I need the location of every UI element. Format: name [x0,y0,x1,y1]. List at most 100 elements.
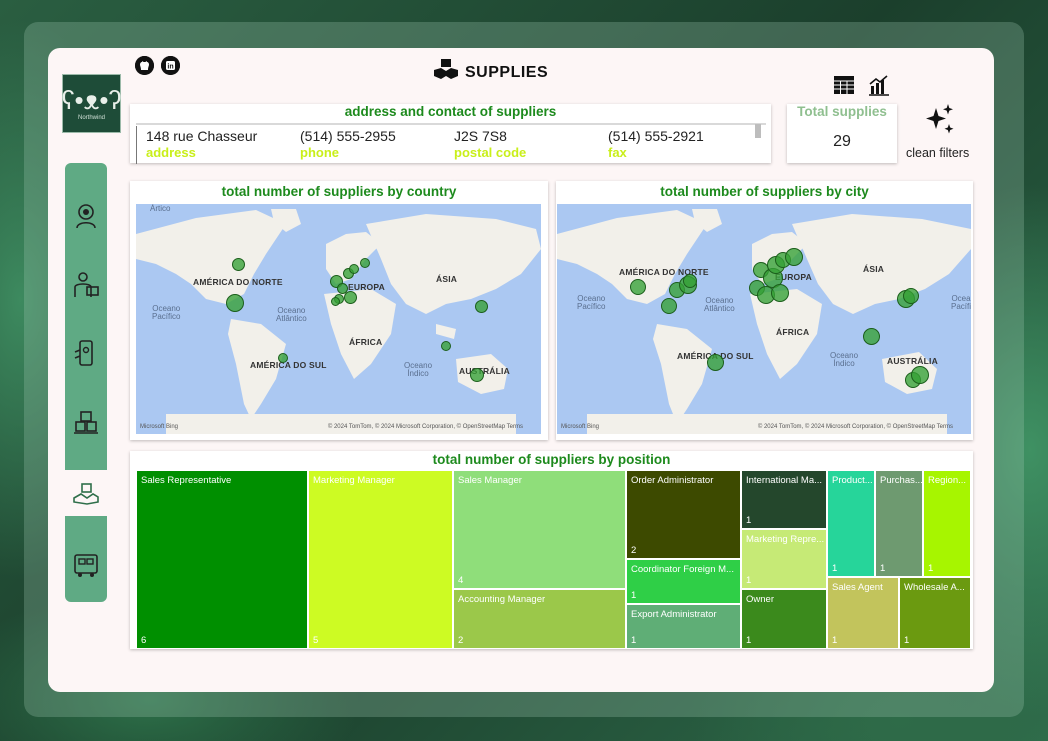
treemap-cell-label: Sales Agent [832,582,883,593]
map-bubble[interactable] [331,297,340,306]
map-bubble[interactable] [470,368,484,382]
address-value: 148 rue Chasseur [146,128,258,144]
treemap-cell[interactable]: Marketing Repre... 1 [741,529,827,589]
treemap-cell-value: 2 [631,545,637,556]
treemap-cell[interactable]: Region... 1 [923,470,971,577]
map-country[interactable]: Ártico AMÉRICA DO NORTE EUROPA ÁSIA ÁFRI… [136,204,541,434]
bar-chart-icon[interactable] [867,73,891,97]
map-bubble[interactable] [771,284,789,302]
map-bubble[interactable] [661,298,677,314]
sidebar-item-supplies[interactable] [65,470,107,516]
logo-text: Northwind [77,114,105,121]
map-bubble[interactable] [863,328,880,345]
ocean-label-pacific: Oceano Pacífico [152,304,181,322]
map-bubble[interactable] [226,294,244,312]
page-title: SUPPLIES [465,63,549,81]
world-map-shapes [136,209,541,434]
bear-logo-icon: ʕ•ᴥ•ʔ [61,84,122,115]
sidebar-item-products[interactable] [65,401,107,443]
map-label-asia: ÁSIA [436,274,458,284]
map-bubble[interactable] [630,279,646,295]
treemap-cell[interactable]: Coordinator Foreign M... 1 [626,559,741,604]
treemap-cell-label: Coordinator Foreign M... [631,564,734,575]
sidebar-item-shipping[interactable] [65,544,107,586]
address-row: 148 rue Chasseur address (514) 555-2955 … [136,126,762,164]
treemap-cell-value: 2 [458,635,464,646]
total-supplies-value: 29 [833,133,851,150]
map-label-africa: ÁFRICA [776,327,810,337]
map-bubble[interactable] [344,291,357,304]
map-copyright: © 2024 TomTom, © 2024 Microsoft Corporat… [327,424,523,430]
page-header: SUPPLIES [433,58,548,87]
handshake-box-icon [433,58,459,87]
treemap-cell[interactable]: Marketing Manager 5 [308,470,453,649]
treemap-cell[interactable]: Purchas... 1 [875,470,923,577]
treemap-cell[interactable]: Accounting Manager 2 [453,589,626,649]
treemap-cell[interactable]: Order Administrator 2 [626,470,741,559]
map-label-australia: AUSTRÁLIA [887,356,938,366]
treemap-cell[interactable]: Sales Agent 1 [827,577,899,649]
treemap-cell-label: Product... [832,475,873,486]
truck-icon [74,554,98,577]
sidebar-item-orders[interactable] [65,332,107,374]
phone-field: (514) 555-2955 phone [300,128,396,160]
treemap-cell-value: 6 [141,635,147,646]
map-bubble[interactable] [232,258,245,271]
ocean-label-atlantic: Oceano Atlântico [704,296,735,314]
map-bubble[interactable] [441,341,451,351]
treemap-cell[interactable]: Product... 1 [827,470,875,577]
ocean-label-arctic: Ártico [150,204,171,213]
map-bubble[interactable] [911,366,929,384]
postal-code-value: J2S 7S8 [454,128,507,144]
treemap-cell[interactable]: International Ma... 1 [741,470,827,529]
map-label-australia: AUSTRÁLIA [459,366,510,376]
ocean-label-indian: Oceano Índico [830,351,859,369]
treemap-cell-value: 1 [904,635,910,646]
map-bubble[interactable] [903,288,919,304]
sparkle-icon[interactable] [922,101,958,137]
address-panel: address and contact of suppliers 148 rue… [130,104,771,164]
bing-logo: Microsoft Bing [561,424,600,430]
ocean-label-indian: Oceano Índico [404,361,433,379]
ocean-label-pacific-right: Ocea Pacífi [951,294,971,312]
map-bubble[interactable] [360,258,370,268]
treemap-cell-value: 4 [458,575,464,586]
address-label: address [146,145,196,160]
address-field: 148 rue Chasseur address [146,128,257,160]
table-icon[interactable] [832,73,856,97]
clean-filters-button[interactable]: clean filters [906,146,969,160]
map-bubble[interactable] [707,354,724,371]
ocean-label-atlantic: Oceano Atlântico [276,306,307,324]
treemap-cell-value: 1 [746,635,752,646]
map-bubble[interactable] [349,264,359,274]
ocean-label-pacific: Oceano Pacífico [577,294,606,312]
map-bubble[interactable] [475,300,488,313]
treemap-cell-label: Export Administrator [631,609,717,620]
sidebar-item-customers[interactable] [65,195,107,237]
linkedin-icon[interactable]: in [161,56,180,75]
treemap-cell-label: International Ma... [746,475,823,486]
treemap-title: total number of suppliers by position [432,452,671,467]
map-bubble[interactable] [785,248,803,266]
map-bubble[interactable] [278,353,288,363]
map-bubble[interactable] [683,274,697,288]
sidebar-item-employees[interactable] [65,263,107,305]
fax-label: fax [608,145,627,160]
map-city[interactable]: AMÉRICA DO NORTE EUROPA ÁSIA ÁFRICA AMÉR… [557,204,971,434]
treemap-cell-label: Wholesale A... [904,582,965,593]
treemap-cell-label: Order Administrator [631,475,714,486]
treemap-cell[interactable]: Export Administrator 1 [626,604,741,649]
treemap-cell-value: 5 [313,635,319,646]
treemap-cell-value: 1 [880,563,886,574]
employee-icon [74,272,99,297]
treemap-cell[interactable]: Sales Representative 6 [136,470,308,649]
map-label-north-america: AMÉRICA DO NORTE [193,277,283,287]
customer-badge-icon [76,204,96,229]
map-country-panel: total number of suppliers by country Árt… [130,181,548,440]
treemap-cell[interactable]: Wholesale A... 1 [899,577,971,649]
treemap-cell[interactable]: Sales Manager 4 [453,470,626,589]
map-country-title: total number of suppliers by country [221,184,457,199]
treemap-cell[interactable]: Owner 1 [741,589,827,649]
map-city-panel: total number of suppliers by city AMÉRIC… [556,181,973,440]
github-icon[interactable] [135,56,154,75]
